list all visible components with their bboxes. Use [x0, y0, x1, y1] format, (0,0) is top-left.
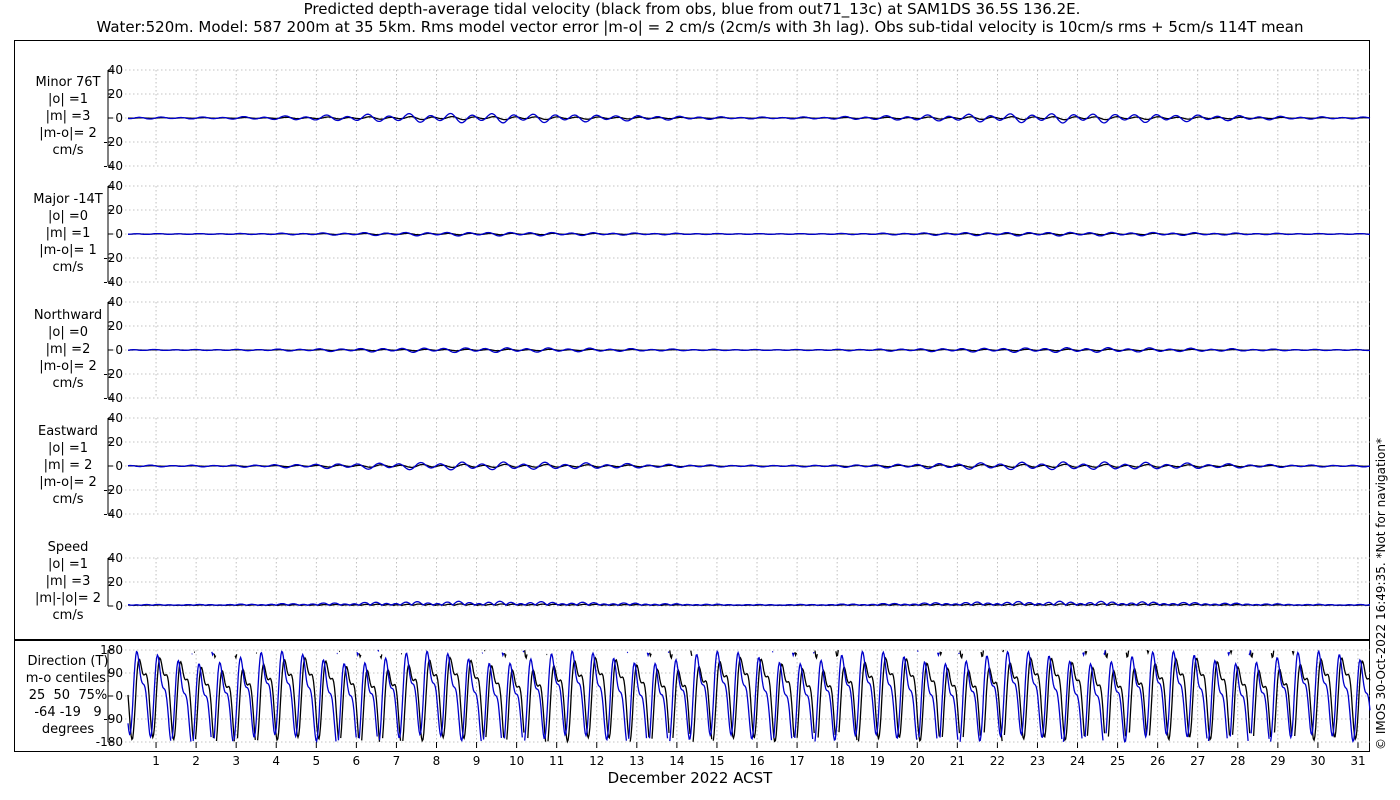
x-tick-label: 20 [910, 754, 925, 768]
x-tick-label: 5 [312, 754, 320, 768]
panel-label-line: |o| =1 [47, 92, 88, 107]
panel-label-line: degrees [41, 722, 95, 737]
panel-label-line: Speed [47, 540, 89, 555]
panel-label-direction: Direction (T) m-o centiles: 25 50 75% -64 -… [14, 653, 122, 738]
panel-label-line: Minor 76T [35, 75, 101, 90]
x-tick-label: 17 [789, 754, 804, 768]
panel-label-line: |m| =3 [45, 109, 91, 124]
panel-label-line: cm/s [52, 260, 84, 275]
x-tick-label: 30 [1310, 754, 1325, 768]
panel-label-northward: Northward |o| =0 |m| =2 |m-o|= 2 cm/s [14, 307, 122, 392]
y-tick-label: -40 [103, 507, 123, 521]
x-tick-label: 22 [990, 754, 1005, 768]
x-tick-label: 21 [950, 754, 965, 768]
panel-label-minor: Minor 76T |o| =1 |m| =3 |m-o|= 2 cm/s [14, 74, 122, 159]
series-northward-model [128, 347, 1370, 354]
panel-label-line: 25 50 75% [28, 688, 108, 703]
panel-label-line: |o| =1 [47, 557, 88, 572]
panel-label-line: Eastward [37, 424, 99, 439]
x-tick-label: 13 [629, 754, 644, 768]
x-tick-label: 18 [830, 754, 845, 768]
x-tick-label: 31 [1350, 754, 1365, 768]
panel-label-line: |m-o|= 2 [39, 359, 97, 374]
panel-label-line: cm/s [52, 143, 84, 158]
x-tick-label: 10 [509, 754, 524, 768]
x-tick-label: 11 [549, 754, 564, 768]
x-tick-label: 26 [1150, 754, 1165, 768]
panel-label-line: Northward [33, 308, 103, 323]
panel-label-line: |o| =0 [47, 209, 88, 224]
panel-label-line: |m| =1 [45, 226, 91, 241]
panel-label-major: Major -14T |o| =0 |m| =1 |m-o|= 1 cm/s [14, 191, 122, 276]
x-tick-label: 28 [1230, 754, 1245, 768]
x-tick-label: 1 [152, 754, 160, 768]
y-tick-label: -40 [103, 275, 123, 289]
panel-label-line: |m-o|= 2 [39, 126, 97, 141]
panel-label-line: |m| =2 [45, 342, 91, 357]
x-tick-label: 25 [1110, 754, 1125, 768]
panel-label-line: Major -14T [33, 192, 103, 207]
x-tick-label: 27 [1190, 754, 1205, 768]
x-tick-label: 24 [1070, 754, 1085, 768]
panel-label-line: cm/s [52, 376, 84, 391]
x-tick-label: 8 [433, 754, 441, 768]
panel-label-line: |m| = 2 [43, 458, 93, 473]
panel-label-line: -64 -19 9 [34, 705, 102, 720]
panel-label-line: cm/s [52, 608, 84, 623]
x-tick-label: 9 [473, 754, 481, 768]
x-tick-label: 7 [393, 754, 401, 768]
x-tick-label: 12 [589, 754, 604, 768]
copyright-credit: © IMOS 30-Oct-2022 16:49:35. *Not for na… [1374, 438, 1388, 750]
panel-label-line: |m| =3 [45, 574, 91, 589]
y-tick-label: -40 [103, 159, 123, 173]
x-tick-label: 16 [749, 754, 764, 768]
x-tick-label: 15 [709, 754, 724, 768]
x-tick-label: 23 [1030, 754, 1045, 768]
x-tick-label: 6 [353, 754, 361, 768]
panel-label-line: |m-o|= 2 [39, 475, 97, 490]
y-tick-label: -40 [103, 391, 123, 405]
x-tick-label: 19 [870, 754, 885, 768]
panel-label-line: cm/s [52, 492, 84, 507]
x-tick-label: 29 [1270, 754, 1285, 768]
panel-label-line: |o| =1 [47, 441, 88, 456]
panel-label-line: |m-o|= 1 [39, 243, 97, 258]
panel-label-line: |m|-|o|= 2 [34, 591, 102, 606]
chart-canvas: 1 2 3 4 5 6 7 8 9 10 11 12 13 14 15 16 17 18 19 20 21 22 23 24 2… [96, 63, 1371, 768]
panel-label-eastward: Eastward |o| =1 |m| = 2 |m-o|= 2 cm/s [14, 423, 122, 508]
x-tick-label: 14 [669, 754, 684, 768]
x-axis-label: December 2022 ACST [607, 769, 773, 787]
x-tick-label: 3 [232, 754, 240, 768]
panel-label-line: |o| =0 [47, 325, 88, 340]
panel-label-speed: Speed |o| =1 |m| =3 |m|-|o|= 2 cm/s [14, 539, 122, 624]
panel-label-line: Direction (T) [27, 654, 109, 669]
panel-label-line: m-o centiles: [25, 671, 111, 686]
x-tick-label: 4 [272, 754, 280, 768]
x-tick-label: 2 [192, 754, 200, 768]
